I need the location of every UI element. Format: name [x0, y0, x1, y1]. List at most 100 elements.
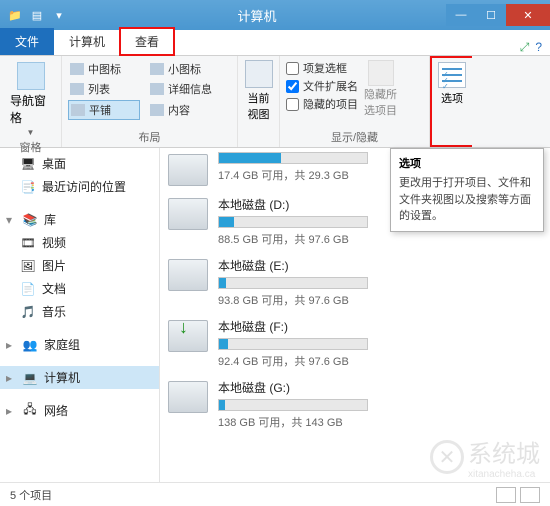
nav-homegroup[interactable]: ▸👥家庭组: [0, 333, 159, 356]
layout-medium-icons[interactable]: 中图标: [68, 60, 140, 78]
chevron-down-icon[interactable]: ▾: [6, 213, 16, 227]
nav-libraries[interactable]: ▾📚库: [0, 208, 159, 231]
drive-icon: [168, 320, 208, 352]
nav-documents[interactable]: 📄文档: [0, 277, 159, 300]
tab-file[interactable]: 文件: [0, 28, 54, 55]
navigation-pane-icon: [17, 62, 45, 90]
drive-icon: [168, 259, 208, 291]
drive-name: 本地磁盘 (E:): [218, 257, 542, 274]
group-showhide-label: 显示/隐藏: [286, 129, 423, 145]
details-icon: [150, 83, 164, 95]
help-icon[interactable]: ?: [535, 40, 542, 55]
drive-item[interactable]: 本地磁盘 (G:) 138 GB 可用，共 143 GB: [168, 379, 542, 430]
ribbon: 导航窗格 ▼ 窗格 中图标 小图标 列表 详细信息 平铺 内容 布局 当前 视图…: [0, 56, 550, 148]
network-icon: 🖧: [22, 403, 38, 419]
tooltip-title: 选项: [399, 155, 535, 171]
video-icon: 🎞: [20, 235, 36, 251]
drive-stats: 138 GB 可用，共 143 GB: [218, 414, 542, 430]
library-icon: 📚: [22, 212, 38, 228]
item-count: 5 个项目: [10, 487, 52, 503]
drive-item[interactable]: 本地磁盘 (E:) 93.8 GB 可用，共 97.6 GB: [168, 257, 542, 308]
music-icon: 🎵: [20, 304, 36, 320]
hide-icon: [368, 60, 394, 86]
navigation-tree: 🖥桌面 📑最近访问的位置 ▾📚库 🎞视频 🖼图片 📄文档 🎵音乐 ▸👥家庭组 ▸…: [0, 148, 160, 482]
picture-icon: 🖼: [20, 258, 36, 274]
drive-usage-bar: [218, 399, 368, 411]
checkbox-icon[interactable]: [286, 80, 299, 93]
drive-icon: [168, 154, 208, 186]
drive-usage-bar: [218, 216, 368, 228]
chevron-right-icon[interactable]: ▸: [6, 371, 16, 385]
tiles-icon: [71, 104, 85, 116]
nav-videos[interactable]: 🎞视频: [0, 231, 159, 254]
drive-icon: [168, 381, 208, 413]
layout-content[interactable]: 内容: [148, 100, 231, 120]
layout-gallery: 中图标 小图标 列表 详细信息 平铺 内容: [68, 60, 231, 120]
title-bar: 📁 ▤ ▾ 计算机 — ☐ ✕: [0, 0, 550, 30]
drive-name: 本地磁盘 (F:): [218, 318, 542, 335]
minimize-button[interactable]: —: [446, 4, 476, 26]
homegroup-icon: 👥: [22, 337, 38, 353]
checkbox-icon[interactable]: [286, 62, 299, 75]
small-icons-icon: [150, 63, 164, 75]
nav-computer[interactable]: ▸💻计算机: [0, 366, 159, 389]
nav-network[interactable]: ▸🖧网络: [0, 399, 159, 422]
options-icon: [438, 62, 466, 88]
check-item-checkboxes[interactable]: 项复选框: [286, 60, 358, 76]
maximize-button[interactable]: ☐: [476, 4, 506, 26]
ribbon-minimize-icon[interactable]: ⤢: [520, 40, 530, 55]
drive-name: 本地磁盘 (G:): [218, 379, 542, 396]
properties-icon[interactable]: ▤: [28, 6, 46, 24]
drive-icon: [168, 198, 208, 230]
current-view-button[interactable]: 当前 视图: [245, 60, 273, 122]
ribbon-tabs: 文件 计算机 查看 ⤢ ?: [0, 30, 550, 56]
nav-pictures[interactable]: 🖼图片: [0, 254, 159, 277]
group-panes-label: 窗格: [6, 139, 55, 155]
document-icon: 📄: [20, 281, 36, 297]
nav-recent[interactable]: 📑最近访问的位置: [0, 175, 159, 198]
drive-stats: 92.4 GB 可用，共 97.6 GB: [218, 353, 542, 369]
status-bar: 5 个项目: [0, 482, 550, 506]
desktop-icon: 🖥: [20, 156, 36, 172]
medium-icons-icon: [70, 63, 84, 75]
layout-list[interactable]: 列表: [68, 80, 140, 98]
navigation-pane-button[interactable]: 导航窗格 ▼: [6, 60, 55, 139]
check-file-ext[interactable]: 文件扩展名: [286, 78, 358, 94]
options-tooltip: 选项 更改用于打开项目、文件和文件夹视图以及搜索等方面的设置。: [390, 148, 544, 232]
layout-tiles[interactable]: 平铺: [68, 100, 140, 120]
computer-icon: 💻: [22, 370, 38, 386]
tooltip-body: 更改用于打开项目、文件和文件夹视图以及搜索等方面的设置。: [399, 175, 535, 225]
hide-selected-button[interactable]: 隐藏所 选项目: [364, 60, 397, 118]
chevron-right-icon[interactable]: ▸: [6, 404, 16, 418]
list-icon: [70, 83, 84, 95]
window-title: 计算机: [68, 6, 446, 25]
chevron-right-icon[interactable]: ▸: [6, 338, 16, 352]
recent-icon: 📑: [20, 179, 36, 195]
qat-dropdown-icon[interactable]: ▾: [50, 6, 68, 24]
navigation-pane-label: 导航窗格: [10, 92, 51, 126]
nav-music[interactable]: 🎵音乐: [0, 300, 159, 323]
layout-small-icons[interactable]: 小图标: [148, 60, 231, 78]
drive-stats: 88.5 GB 可用，共 97.6 GB: [218, 231, 542, 247]
options-label: 选项: [441, 90, 463, 106]
tab-view[interactable]: 查看: [120, 28, 174, 55]
folder-icon: 📁: [6, 6, 24, 24]
details-view-button[interactable]: [496, 487, 516, 503]
drive-stats: 93.8 GB 可用，共 97.6 GB: [218, 292, 542, 308]
group-layout-label: 布局: [68, 129, 231, 145]
drive-usage-bar: [218, 338, 368, 350]
nav-desktop[interactable]: 🖥桌面: [0, 152, 159, 175]
close-button[interactable]: ✕: [506, 4, 550, 26]
tab-computer[interactable]: 计算机: [54, 28, 120, 55]
drive-item[interactable]: 本地磁盘 (F:) 92.4 GB 可用，共 97.6 GB: [168, 318, 542, 369]
checkbox-icon[interactable]: [286, 98, 299, 111]
layout-details[interactable]: 详细信息: [148, 80, 231, 98]
content-icon: [150, 104, 164, 116]
chevron-down-icon: ▼: [27, 128, 35, 137]
tiles-view-button[interactable]: [520, 487, 540, 503]
drive-usage-bar: [218, 277, 368, 289]
current-view-label: 当前 视图: [248, 90, 270, 122]
check-hidden-items[interactable]: 隐藏的项目: [286, 96, 358, 112]
options-button[interactable]: 选项: [438, 62, 466, 106]
current-view-icon: [245, 60, 273, 88]
